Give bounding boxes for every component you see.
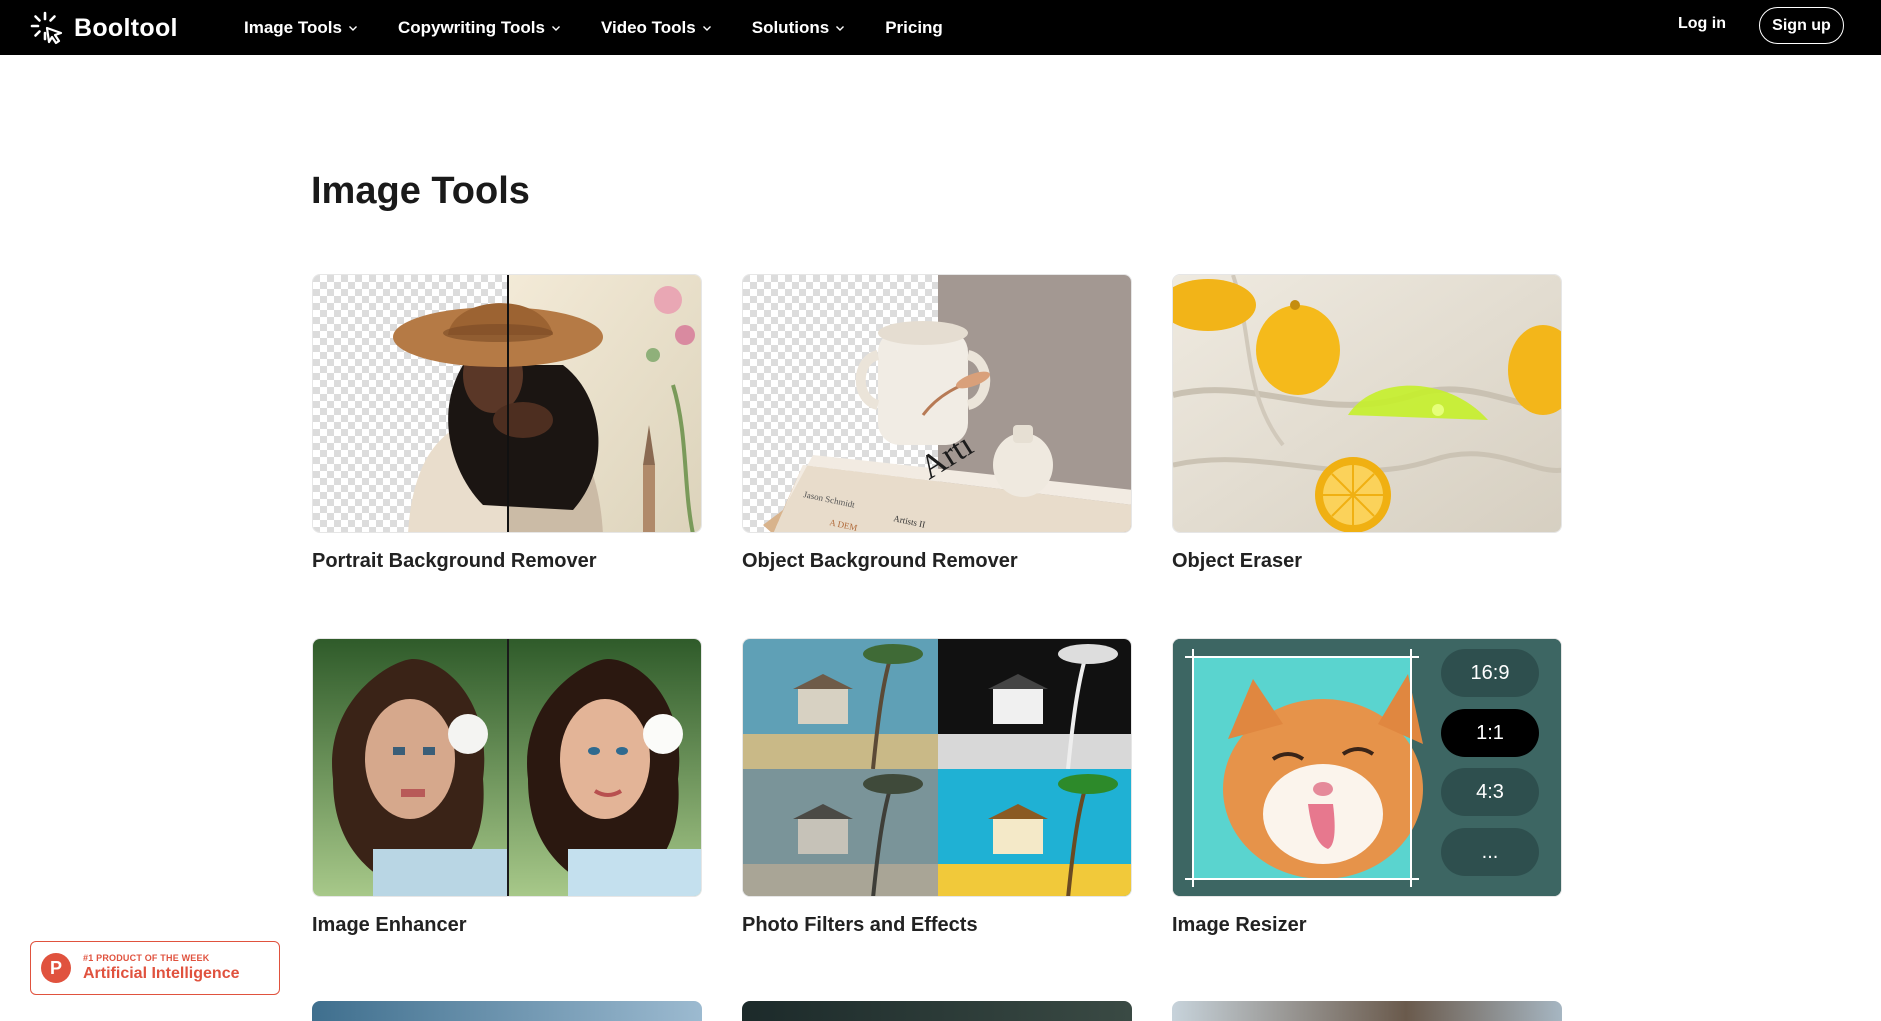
tool-thumbnail	[1172, 274, 1562, 533]
tool-card-label: Object Eraser	[1172, 550, 1303, 572]
signup-button[interactable]: Sign up	[1759, 7, 1844, 44]
object-eraser-illustration	[1173, 275, 1561, 532]
nav-item-label: Solutions	[751, 17, 830, 37]
chevron-down-icon	[836, 25, 845, 31]
portrait-remover-illustration	[313, 275, 701, 532]
nav-item-label: Video Tools	[600, 17, 696, 37]
nav-item-video-tools[interactable]: Video Tools	[601, 18, 712, 38]
chevron-down-icon	[551, 25, 560, 31]
main-nav: Image Tools Copywriting Tools Video Tool…	[244, 0, 983, 55]
nav-item-label: Pricing	[885, 17, 943, 37]
tool-card-image-resizer[interactable]: 16:9 1:1 4:3 ... Image Resizer	[1172, 638, 1562, 937]
image-enhancer-illustration	[313, 639, 701, 896]
brand-logo[interactable]: Booltool	[30, 8, 178, 48]
tool-thumbnail	[742, 638, 1132, 897]
aspect-ratio-1-1[interactable]: 1:1	[1441, 709, 1539, 757]
tool-card-partial[interactable]	[1172, 1001, 1562, 1021]
tool-card-label: Image Resizer	[1172, 914, 1307, 936]
product-hunt-icon: P	[41, 953, 71, 983]
nav-item-solutions[interactable]: Solutions	[752, 18, 845, 38]
tool-thumbnail	[312, 274, 702, 533]
nav-item-pricing[interactable]: Pricing	[885, 18, 943, 38]
tool-card-object-eraser[interactable]: Object Eraser	[1172, 274, 1562, 573]
tool-card-object-background-remover[interactable]: Jason Schmidt A DEM Artists II Arti Obje…	[742, 274, 1132, 573]
photo-filters-illustration	[743, 639, 1131, 896]
page-title: Image Tools	[311, 170, 530, 212]
tool-thumbnail: Jason Schmidt A DEM Artists II Arti	[742, 274, 1132, 533]
object-remover-illustration: Jason Schmidt A DEM Artists II Arti	[743, 275, 1131, 532]
tool-card-image-enhancer[interactable]: Image Enhancer	[312, 638, 702, 937]
tool-card-portrait-background-remover[interactable]: Portrait Background Remover	[312, 274, 702, 573]
badge-small-text: #1 PRODUCT OF THE WEEK	[83, 953, 210, 963]
top-navbar: Booltool Image Tools Copywriting Tools V…	[0, 0, 1881, 55]
tool-card-label: Photo Filters and Effects	[742, 914, 978, 936]
chevron-down-icon	[348, 25, 357, 31]
login-link[interactable]: Log in	[1678, 15, 1726, 33]
tool-thumbnail	[312, 638, 702, 897]
chevron-down-icon	[702, 25, 711, 31]
nav-item-label: Copywriting Tools	[397, 17, 545, 37]
aspect-ratio-16-9[interactable]: 16:9	[1441, 649, 1539, 697]
tool-card-label: Object Background Remover	[742, 550, 1018, 572]
tool-card-partial[interactable]	[742, 1001, 1132, 1021]
product-hunt-badge[interactable]: P #1 PRODUCT OF THE WEEK Artificial Inte…	[30, 941, 280, 995]
brand-name: Booltool	[74, 13, 178, 42]
tool-card-label: Image Enhancer	[312, 914, 467, 936]
nav-item-image-tools[interactable]: Image Tools	[244, 18, 358, 38]
sparkle-cursor-icon	[30, 11, 63, 45]
aspect-ratio-more[interactable]: ...	[1441, 828, 1539, 876]
tool-thumbnail: 16:9 1:1 4:3 ...	[1172, 638, 1562, 897]
tool-card-partial[interactable]	[312, 1001, 702, 1021]
tool-card-label: Portrait Background Remover	[312, 550, 597, 572]
badge-text: #1 PRODUCT OF THE WEEK Artificial Intell…	[83, 953, 239, 983]
nav-item-copywriting-tools[interactable]: Copywriting Tools	[398, 18, 561, 38]
badge-main-text: Artificial Intelligence	[83, 965, 240, 982]
tool-card-photo-filters-and-effects[interactable]: Photo Filters and Effects	[742, 638, 1132, 937]
nav-item-label: Image Tools	[244, 17, 342, 37]
aspect-ratio-4-3[interactable]: 4:3	[1441, 768, 1539, 816]
